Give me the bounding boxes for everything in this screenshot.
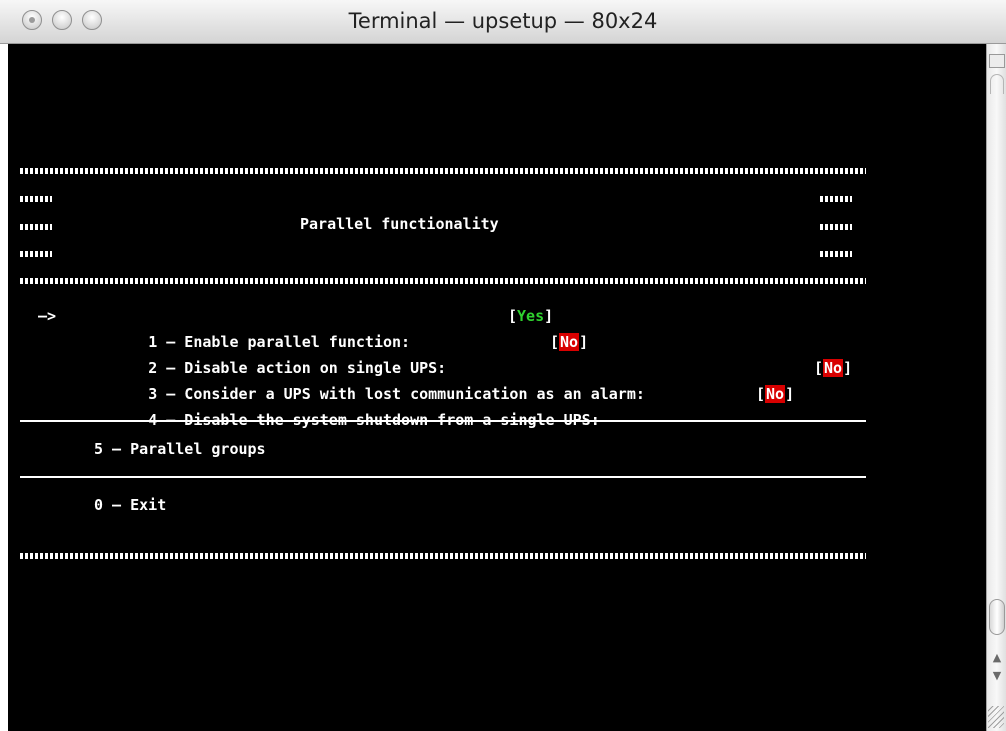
window-title: Terminal — upsetup — 80x24: [348, 9, 658, 33]
scroll-down-icon[interactable]: ▼: [991, 668, 1003, 684]
scroll-track-top: [990, 74, 1004, 94]
menu-item-exit[interactable]: 0 – Exit: [94, 492, 166, 518]
window-titlebar[interactable]: Terminal — upsetup — 80x24: [0, 0, 1006, 44]
menu-item-3[interactable]: 3 – Consider a UPS with lost communicati…: [94, 355, 645, 403]
star-border-left-3: [20, 251, 52, 257]
divider: [20, 420, 866, 422]
menu-item-4[interactable]: 4 – Disable the system shutdown from a s…: [94, 381, 600, 429]
menu-item-4-value[interactable]: [No]: [756, 381, 794, 407]
menu-item-3-value[interactable]: [No]: [814, 355, 852, 381]
value-no: No: [765, 385, 786, 403]
star-border-left-1: [20, 196, 52, 202]
page-title: Parallel functionality: [300, 215, 499, 233]
star-border-right-3: [820, 251, 852, 257]
value-yes: Yes: [517, 307, 545, 325]
menu-item-2-value[interactable]: [No]: [550, 329, 588, 355]
menu-item-2[interactable]: 2 – Disable action on single UPS:: [94, 329, 446, 377]
value-no: No: [559, 333, 580, 351]
vertical-scrollbar[interactable]: ▲ ▼: [986, 44, 1006, 731]
value-no: No: [823, 359, 844, 377]
terminal-area[interactable]: Parallel functionality —> 1 – Enable par…: [8, 44, 986, 731]
divider: [20, 476, 866, 478]
menu-item-1-value[interactable]: [Yes]: [508, 303, 553, 329]
split-pane-icon[interactable]: [989, 54, 1005, 68]
resize-grip-icon[interactable]: [988, 706, 1004, 728]
cursor-arrow: —>: [38, 307, 57, 325]
star-border-left-2: [20, 224, 52, 230]
star-border-header-bottom: [20, 278, 866, 284]
star-border-bottom: [20, 553, 866, 559]
star-border-right-1: [820, 196, 852, 202]
scroll-thumb[interactable]: [989, 599, 1005, 635]
menu-item-1[interactable]: 1 – Enable parallel function:: [94, 303, 410, 351]
scroll-up-icon[interactable]: ▲: [991, 650, 1003, 666]
star-border-right-2: [820, 224, 852, 230]
star-border-top: [20, 168, 866, 174]
menu-item-5[interactable]: 5 – Parallel groups: [94, 436, 266, 462]
